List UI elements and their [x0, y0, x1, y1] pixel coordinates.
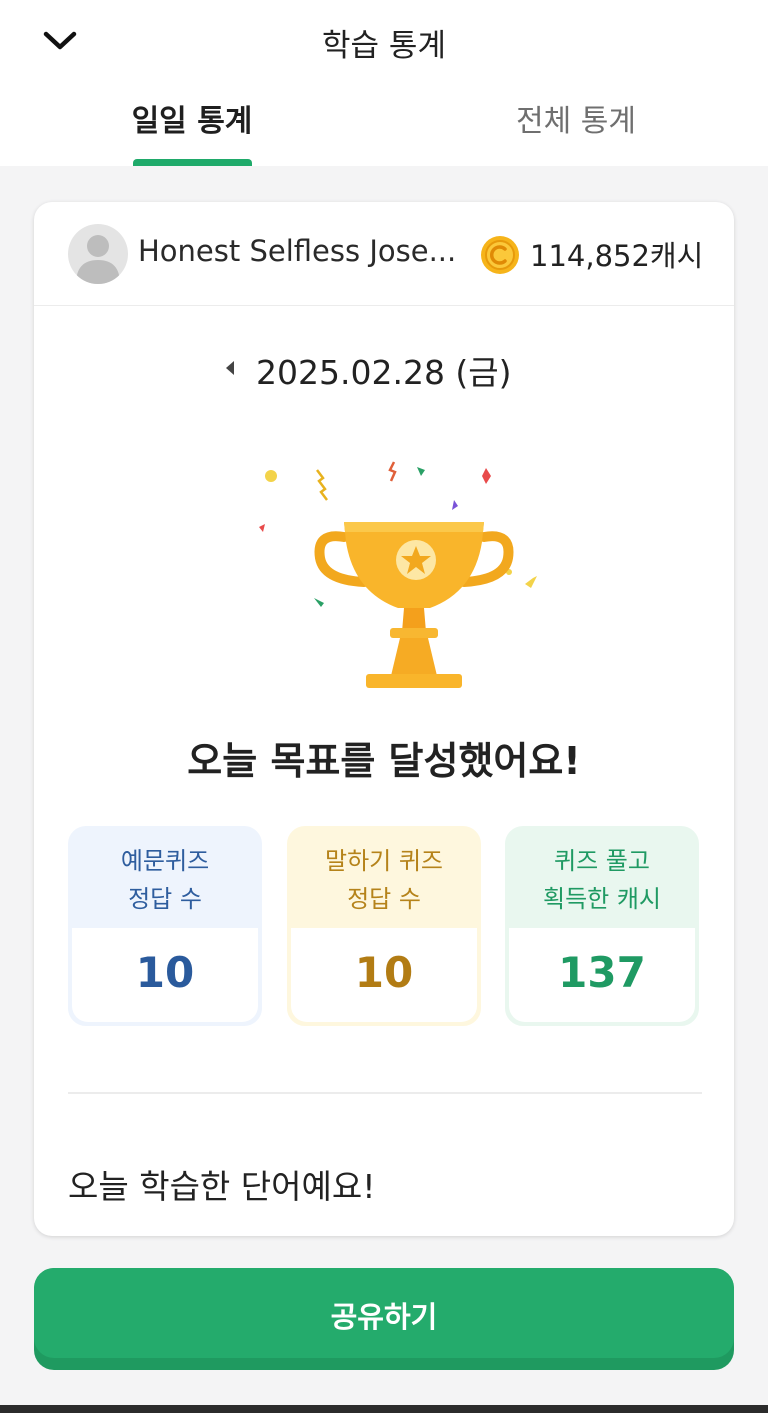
tab-all-stats[interactable]: 전체 통계 — [384, 96, 768, 166]
stat-earned-cash: 퀴즈 풀고 획득한 캐시 137 — [505, 826, 699, 1026]
stat-label-line1: 말하기 퀴즈 — [324, 847, 444, 875]
user-name: Honest Selfless Jose... — [138, 234, 457, 268]
words-section-title: 오늘 학습한 단어예요! — [68, 1167, 376, 1206]
share-button[interactable]: 공유하기 — [34, 1268, 734, 1370]
stat-label-line2: 획득한 캐시 — [542, 885, 662, 913]
date-selector: 2025.02.28 (금) — [34, 344, 734, 394]
caret-left-icon[interactable] — [220, 356, 240, 380]
user-row: Honest Selfless Jose... 114,852캐시 — [34, 202, 734, 306]
stat-label: 퀴즈 풀고 획득한 캐시 — [507, 842, 697, 918]
share-button-label: 공유하기 — [330, 1300, 438, 1334]
stat-label-line1: 예문퀴즈 — [120, 847, 210, 875]
stat-value: 137 — [558, 948, 646, 997]
stat-speaking-quiz: 말하기 퀴즈 정답 수 10 — [287, 826, 481, 1026]
page-title: 학습 통계 — [322, 28, 446, 64]
app-header: 학습 통계 일일 통계 전체 통계 — [0, 0, 768, 166]
stat-label-line2: 정답 수 — [347, 885, 421, 913]
stat-label: 예문퀴즈 정답 수 — [70, 842, 260, 918]
stat-value-box: 137 — [509, 928, 695, 1022]
stat-sentence-quiz: 예문퀴즈 정답 수 10 — [68, 826, 262, 1026]
divider — [68, 1092, 702, 1094]
avatar — [68, 224, 128, 284]
stat-value: 10 — [354, 948, 414, 997]
tab-all-label: 전체 통계 — [516, 104, 636, 139]
active-tab-indicator — [133, 159, 252, 166]
tab-daily-label: 일일 통계 — [131, 104, 253, 139]
home-indicator-bar — [0, 1405, 768, 1413]
stat-label-line1: 퀴즈 풀고 — [554, 847, 650, 875]
stats-card: Honest Selfless Jose... 114,852캐시 2025.0… — [34, 202, 734, 1236]
tab-daily-stats[interactable]: 일일 통계 — [0, 96, 384, 166]
date-text: 2025.02.28 (금) — [256, 353, 512, 392]
goal-message: 오늘 목표를 달성했어요! — [187, 739, 581, 783]
share-button-face: 공유하기 — [34, 1268, 734, 1358]
coin-icon — [480, 235, 520, 275]
stat-value-box: 10 — [72, 928, 258, 1022]
trophy-illustration — [204, 442, 564, 702]
stat-value: 10 — [135, 948, 195, 997]
stat-label: 말하기 퀴즈 정답 수 — [289, 842, 479, 918]
stat-label-line2: 정답 수 — [128, 885, 202, 913]
stat-value-box: 10 — [291, 928, 477, 1022]
cash-amount: 114,852캐시 — [530, 239, 704, 273]
